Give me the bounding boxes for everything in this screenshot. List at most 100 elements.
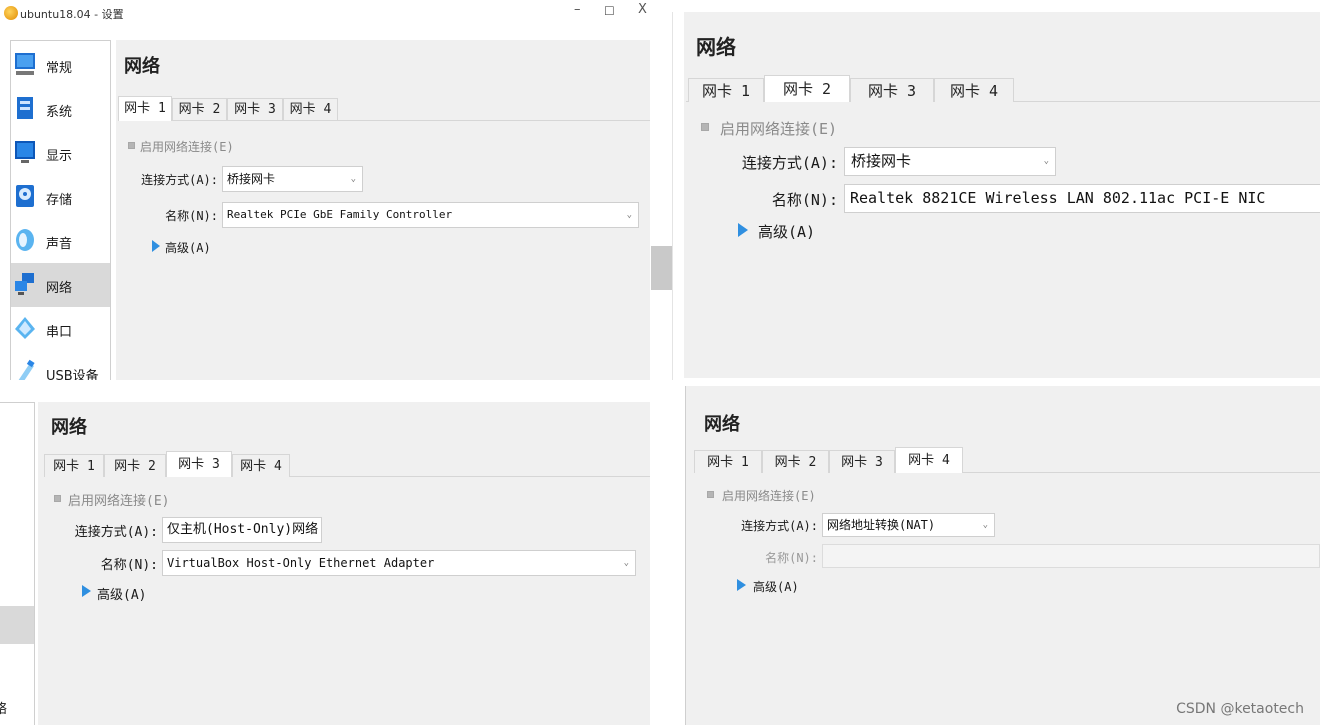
sidebar-item-general[interactable]: 常规 [11,43,110,87]
scrollbar-thumb[interactable] [651,246,673,290]
panel-adapter-3: 络 网络 网卡 1 网卡 2 网卡 3 网卡 4 启用网络连接(E) 连接方式(… [0,386,650,725]
sidebar-item-display[interactable]: 显示 [11,131,110,175]
sidebar-item-label: 常规 [46,61,73,76]
sidebar-item-audio[interactable]: 声音 [11,219,110,263]
name-select[interactable]: Realtek 8821CE Wireless LAN 802.11ac PCI… [844,184,1320,213]
window-title: ubuntu18.04 - 设置 [20,8,124,21]
attached-to-value: 网络地址转换(NAT) [827,518,936,532]
attached-to-value: 桥接网卡 [851,152,912,170]
sidebar-item-serial-port[interactable]: 串口 [11,307,110,351]
attached-to-label: 连接方式(A): [141,173,218,187]
sidebar-item-system[interactable]: 系统 [11,87,110,131]
enable-adapter-checkbox[interactable] [54,495,61,502]
network-icon [15,273,34,295]
name-label: 名称(N): [765,551,818,565]
panel-adapter-2: 网络 网卡 1 网卡 2 网卡 3 网卡 4 启用网络连接(E) 连接方式(A)… [684,12,1320,378]
tab-adapter-1[interactable]: 网卡 1 [688,78,764,102]
tab-adapter-1[interactable]: 网卡 1 [118,96,172,121]
enable-adapter-checkbox[interactable] [128,142,135,149]
sidebar-item-label: 网络 [46,281,73,296]
chevron-down-icon: ⌄ [623,558,629,568]
sidebar-item-label: 存储 [46,193,73,208]
tab-adapter-4[interactable]: 网卡 4 [232,454,290,477]
page-title: 网络 [696,35,736,59]
usb-icon [18,359,35,380]
advanced-toggle[interactable]: 高级(A) [97,584,146,603]
enable-adapter-checkbox[interactable] [707,491,714,498]
sidebar-partial-label: 络 [0,702,8,717]
enable-adapter-label: 启用网络连接(E) [68,494,170,509]
sidebar-item-label: 串口 [46,325,73,340]
tab-adapter-2[interactable]: 网卡 2 [762,450,829,473]
sidebar-fragment [0,402,35,725]
name-value: Realtek PCIe GbE Family Controller [227,208,453,221]
tab-adapter-3[interactable]: 网卡 3 [850,78,934,102]
name-select[interactable]: Realtek PCIe GbE Family Controller ⌄ [222,202,639,228]
tab-adapter-3[interactable]: 网卡 3 [227,98,283,120]
audio-icon [16,229,34,251]
tab-adapter-3[interactable]: 网卡 3 [829,450,895,473]
sidebar-selected-fragment [0,606,34,644]
name-label: 名称(N): [100,558,158,573]
sidebar-item-network[interactable]: 网络 [11,263,110,307]
tab-adapter-2[interactable]: 网卡 2 [172,98,227,120]
tab-adapter-4[interactable]: 网卡 4 [283,98,338,120]
advanced-toggle[interactable]: 高级(A) [753,578,799,595]
advanced-toggle[interactable]: 高级(A) [758,221,815,242]
name-label: 名称(N): [771,191,838,209]
attached-to-select[interactable]: 桥接网卡 ⌄ [844,147,1056,176]
expand-arrow-icon[interactable] [82,585,91,597]
attached-to-select[interactable]: 桥接网卡 ⌄ [222,166,363,192]
expand-arrow-icon[interactable] [152,240,160,252]
attached-to-select[interactable]: 网络地址转换(NAT) ⌄ [822,513,995,537]
name-label: 名称(N): [165,209,218,223]
panel-adapter-4: 网络 网卡 1 网卡 2 网卡 3 网卡 4 启用网络连接(E) 连接方式(A)… [686,386,1320,725]
enable-adapter-label: 启用网络连接(E) [722,489,816,503]
tab-adapter-2[interactable]: 网卡 2 [764,75,850,102]
storage-icon [16,185,34,207]
tab-adapter-4[interactable]: 网卡 4 [895,447,963,473]
tab-adapter-4[interactable]: 网卡 4 [934,78,1014,102]
window-titlebar: ubuntu18.04 - 设置 – ☐ X [0,0,650,28]
attached-to-label: 连接方式(A): [74,525,158,540]
chevron-down-icon: ⌄ [626,210,632,220]
advanced-toggle[interactable]: 高级(A) [165,239,211,256]
page-title: 网络 [124,56,160,77]
panel-adapter-1: ubuntu18.04 - 设置 – ☐ X 常规 系统 显示 存储 声音 网络 [0,0,650,380]
attached-to-label: 连接方式(A): [741,519,818,533]
attached-to-label: 连接方式(A): [741,154,838,172]
name-value: Realtek 8821CE Wireless LAN 802.11ac PCI… [850,189,1266,207]
name-select [822,544,1320,568]
app-icon [4,6,18,20]
minimize-button[interactable]: – [574,2,581,17]
tab-adapter-1[interactable]: 网卡 1 [44,454,104,477]
tab-content [694,472,1320,725]
panel-gap [650,380,686,725]
page-title: 网络 [704,414,740,435]
watermark: CSDN @ketaotech [1176,701,1304,717]
page-title: 网络 [51,417,87,438]
chevron-down-icon: ⌄ [982,520,988,530]
expand-arrow-icon[interactable] [737,579,746,591]
expand-arrow-icon[interactable] [738,223,748,237]
tab-adapter-3[interactable]: 网卡 3 [166,451,232,477]
attached-to-select[interactable]: 仅主机(Host-Only)网络 ⌄ [162,517,322,543]
chevron-down-icon: ⌄ [1043,156,1049,166]
divider [672,12,673,380]
maximize-button[interactable]: ☐ [604,4,615,18]
sidebar-item-usb[interactable]: USB设备 [11,351,110,380]
tab-adapter-1[interactable]: 网卡 1 [694,450,762,473]
general-icon [15,53,35,75]
sidebar-item-label: 声音 [46,237,73,252]
enable-adapter-label: 启用网络连接(E) [140,140,234,154]
sidebar-item-label: 显示 [46,149,73,164]
settings-sidebar: 常规 系统 显示 存储 声音 网络 串口 USB设备 [10,40,111,380]
serial-port-icon [15,317,35,339]
close-button[interactable]: X [638,2,647,17]
sidebar-item-storage[interactable]: 存储 [11,175,110,219]
tab-adapter-2[interactable]: 网卡 2 [104,454,166,477]
name-select[interactable]: VirtualBox Host-Only Ethernet Adapter ⌄ [162,550,636,576]
display-icon [15,141,35,163]
attached-to-value: 桥接网卡 [227,172,276,186]
enable-adapter-checkbox[interactable] [701,123,709,131]
